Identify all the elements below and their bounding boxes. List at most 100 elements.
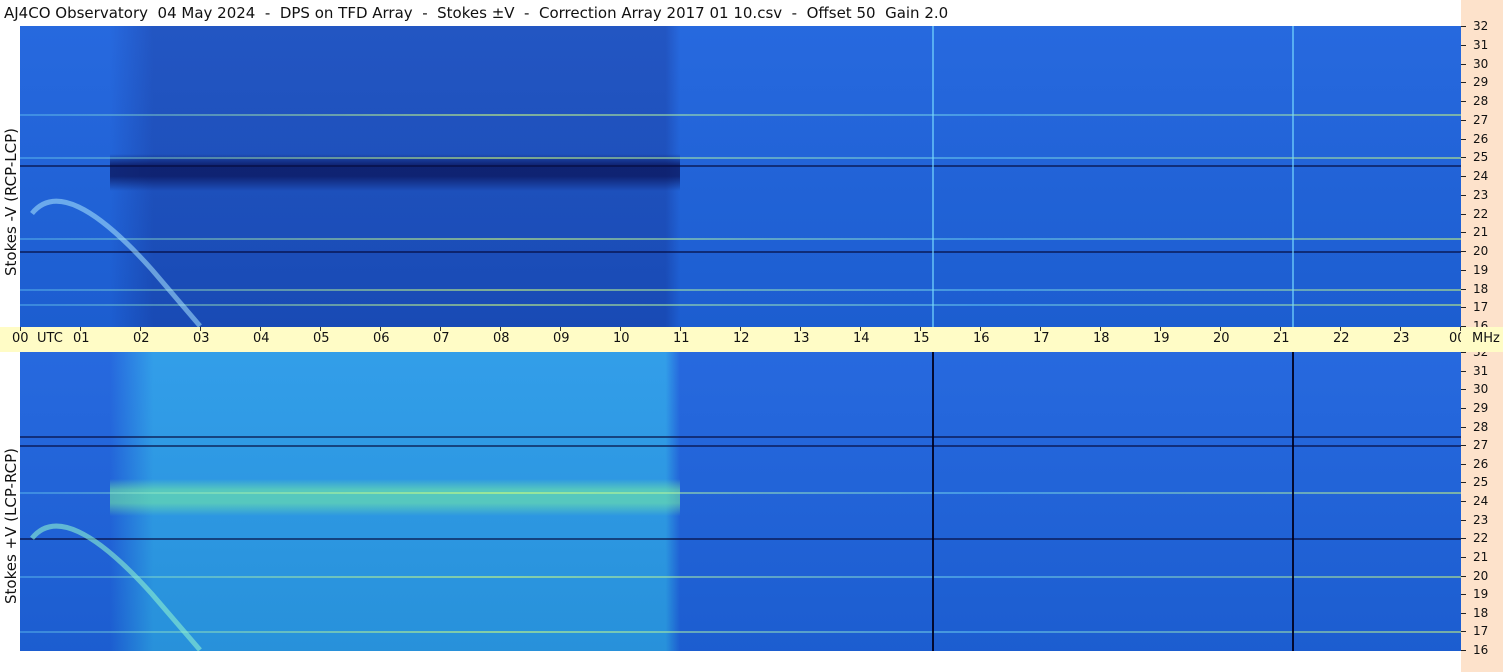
frequency-tick-label: 28 bbox=[1473, 419, 1489, 434]
time-tick-label: 23 bbox=[1393, 331, 1410, 346]
frequency-tick-mark bbox=[1461, 407, 1466, 409]
spectrogram-top-background bbox=[20, 26, 1461, 327]
time-tick-label: 06 bbox=[373, 331, 390, 346]
frequency-tick-label: 24 bbox=[1473, 169, 1489, 183]
frequency-tick-mark bbox=[1461, 445, 1466, 447]
frequency-tick-label: 22 bbox=[1473, 531, 1489, 546]
frequency-tick-mark bbox=[1461, 575, 1466, 577]
burst-arc bbox=[30, 198, 202, 327]
spectrogram-top bbox=[20, 26, 1461, 327]
time-tick-label: 08 bbox=[493, 331, 510, 346]
frequency-tick-label: 20 bbox=[1473, 244, 1489, 258]
time-tick-label: 07 bbox=[433, 331, 450, 346]
time-tick-label: 05 bbox=[313, 331, 330, 346]
time-tick-label: 20 bbox=[1213, 331, 1230, 346]
time-tick-label: 16 bbox=[973, 331, 990, 346]
frequency-tick-mark bbox=[1461, 556, 1466, 558]
time-tick-label: 15 bbox=[913, 331, 930, 346]
frequency-tick-mark bbox=[1461, 138, 1466, 140]
time-tick-label: 13 bbox=[793, 331, 810, 346]
time-tick-label: 03 bbox=[193, 331, 210, 346]
frequency-tick-mark bbox=[1461, 370, 1466, 372]
frequency-tick-label: 25 bbox=[1473, 150, 1489, 165]
frequency-tick-mark bbox=[1461, 269, 1466, 271]
frequency-tick-mark bbox=[1461, 650, 1466, 651]
y-axis-label-bottom: Stokes +V (LCP-RCP) bbox=[2, 448, 20, 604]
frequency-tick-label: 23 bbox=[1473, 187, 1489, 202]
frequency-tick-mark bbox=[1461, 176, 1466, 177]
time-tick-label: 02 bbox=[133, 331, 150, 346]
frequency-tick-label: 17 bbox=[1473, 300, 1489, 315]
frequency-tick-label: 19 bbox=[1473, 262, 1489, 277]
frequency-tick-mark bbox=[1461, 501, 1466, 502]
frequency-tick-mark bbox=[1461, 288, 1466, 290]
frequency-tick-label: 21 bbox=[1473, 225, 1489, 240]
time-tick-label: 18 bbox=[1093, 331, 1110, 346]
frequency-tick-mark bbox=[1461, 82, 1466, 84]
frequency-tick-label: 19 bbox=[1473, 587, 1489, 602]
frequency-tick-label: 23 bbox=[1473, 512, 1489, 527]
frequency-tick-label: 20 bbox=[1473, 568, 1489, 583]
frequency-tick-mark bbox=[1461, 157, 1466, 159]
time-tick-label: 10 bbox=[613, 331, 630, 346]
frequency-tick-label: 18 bbox=[1473, 605, 1489, 620]
frequency-tick-mark bbox=[1461, 482, 1466, 484]
frequency-tick-mark bbox=[1461, 101, 1466, 102]
frequency-tick-mark bbox=[1461, 538, 1466, 540]
time-axis-utc-label: UTC bbox=[37, 331, 63, 346]
frequency-tick-mark bbox=[1461, 463, 1466, 465]
frequency-tick-label: 26 bbox=[1473, 456, 1489, 471]
frequency-tick-label: 17 bbox=[1473, 624, 1489, 639]
frequency-tick-label: 24 bbox=[1473, 494, 1489, 508]
frequency-tick-mark bbox=[1461, 232, 1466, 234]
frequency-tick-label: 22 bbox=[1473, 206, 1489, 221]
time-tick-label: 14 bbox=[853, 331, 870, 346]
burst-arc-path bbox=[30, 523, 202, 651]
frequency-tick-label: 26 bbox=[1473, 131, 1489, 146]
frequency-tick-mark bbox=[1461, 612, 1466, 614]
frequency-tick-label: 16 bbox=[1473, 643, 1489, 657]
spectrogram-bottom bbox=[20, 352, 1461, 651]
burst-arc-path bbox=[30, 198, 202, 327]
frequency-axis-bottom: 32 31 30 29 28 27 26 25 24 23 22 21 20 19 18 17 16 bbox=[1461, 352, 1503, 672]
frequency-tick-label: 29 bbox=[1473, 400, 1489, 415]
time-tick-label: 19 bbox=[1153, 331, 1170, 346]
frequency-tick-label: 30 bbox=[1473, 56, 1489, 71]
frequency-tick-label: 18 bbox=[1473, 281, 1489, 296]
frequency-tick-label: 27 bbox=[1473, 438, 1489, 453]
frequency-tick-mark bbox=[1461, 307, 1466, 309]
frequency-tick-mark bbox=[1461, 389, 1466, 391]
frequency-tick-label: 32 bbox=[1473, 352, 1489, 359]
time-tick-label: 00 bbox=[1449, 331, 1461, 346]
frequency-tick-mark bbox=[1461, 213, 1466, 215]
spectrogram-bottom-background bbox=[20, 352, 1461, 651]
frequency-tick-label: 16 bbox=[1473, 319, 1489, 327]
time-tick-label: 04 bbox=[253, 331, 270, 346]
time-axis: UTC 00 01 02 03 04 05 06 07 08 09 10 11 12 13 14 15 16 17… bbox=[0, 327, 1461, 352]
frequency-tick-label: 28 bbox=[1473, 94, 1489, 108]
frequency-tick-mark bbox=[1461, 119, 1466, 121]
time-tick-label: 17 bbox=[1033, 331, 1050, 346]
time-tick-label: 01 bbox=[73, 331, 90, 346]
chart-title: AJ4CO Observatory 04 May 2024 - DPS on T… bbox=[4, 4, 949, 22]
time-tick-label: 00 bbox=[12, 331, 29, 346]
frequency-tick-label: 21 bbox=[1473, 549, 1489, 564]
time-tick-label: 09 bbox=[553, 331, 570, 346]
frequency-unit-label: MHz bbox=[1472, 331, 1500, 346]
frequency-tick-mark bbox=[1461, 594, 1466, 596]
frequency-axis-top: 32 31 30 29 28 27 26 25 24 23 22 21 20 19 18 17 16 bbox=[1461, 0, 1503, 327]
frequency-tick-mark bbox=[1461, 631, 1466, 633]
time-tick-label: 11 bbox=[673, 331, 690, 346]
frequency-tick-label: 31 bbox=[1473, 363, 1489, 378]
time-tick-label: 22 bbox=[1333, 331, 1350, 346]
frequency-tick-mark bbox=[1461, 251, 1466, 252]
frequency-tick-mark bbox=[1461, 44, 1466, 46]
frequency-tick-mark bbox=[1461, 426, 1466, 428]
frequency-tick-label: 30 bbox=[1473, 382, 1489, 397]
frequency-tick-label: 29 bbox=[1473, 75, 1489, 90]
burst-arc bbox=[30, 523, 202, 651]
frequency-tick-mark bbox=[1461, 63, 1466, 65]
time-tick-label: 21 bbox=[1273, 331, 1290, 346]
frequency-tick-label: 32 bbox=[1473, 19, 1489, 33]
frequency-tick-label: 25 bbox=[1473, 475, 1489, 490]
